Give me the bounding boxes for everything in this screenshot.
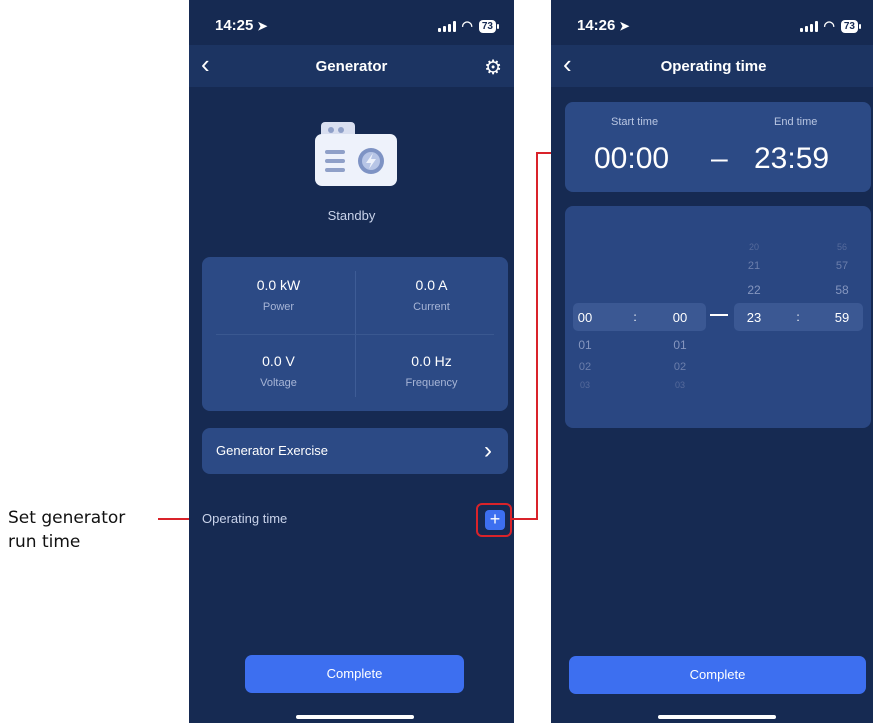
- picker-dash: [710, 314, 728, 316]
- start-minute-wheel[interactable]: 00: [665, 310, 695, 325]
- status-bar: 14:26 ➤ ◠ 73: [551, 0, 873, 45]
- picker-option[interactable]: 56: [827, 242, 857, 252]
- generator-exercise-row[interactable]: Generator Exercise ›: [202, 428, 508, 474]
- metric-label: Power: [262, 301, 295, 313]
- highlight-box: [476, 503, 512, 537]
- picker-option[interactable]: 01: [570, 338, 600, 352]
- annotation-line-2: run time: [8, 532, 81, 552]
- signal-icon: [437, 20, 456, 32]
- picker-option[interactable]: 22: [739, 283, 769, 297]
- metric-value: 0.0 Hz: [411, 353, 452, 369]
- picker-option[interactable]: 03: [570, 380, 600, 390]
- status-time: 14:26: [577, 17, 616, 34]
- generator-device-icon: [315, 122, 397, 186]
- picker-option[interactable]: 02: [570, 361, 600, 373]
- metric-label: Frequency: [405, 377, 458, 389]
- gear-icon[interactable]: ⚙: [484, 55, 502, 80]
- picker-option[interactable]: 57: [827, 260, 857, 272]
- home-indicator: [296, 715, 414, 719]
- end-time-value[interactable]: 23:59: [754, 142, 829, 176]
- battery-icon: 73: [840, 19, 862, 33]
- page-title: Operating time: [660, 58, 767, 75]
- chevron-right-icon: ›: [484, 437, 492, 464]
- metrics-card: 0.0 kW Power 0.0 A Current 0.0 V Voltage…: [202, 257, 508, 411]
- nav-bar: ‹ Generator ⚙: [189, 45, 514, 87]
- picker-option[interactable]: 20: [739, 242, 769, 252]
- start-time-value[interactable]: 00:00: [594, 142, 669, 176]
- connector-line: [536, 152, 538, 520]
- metric-voltage: 0.0 V Voltage: [202, 353, 355, 389]
- metric-label: Voltage: [260, 377, 297, 389]
- page-title: Generator: [315, 58, 388, 75]
- annotation-line-1: Set generator: [8, 508, 126, 528]
- picker-option[interactable]: 03: [665, 380, 695, 390]
- generator-exercise-label: Generator Exercise: [216, 443, 328, 458]
- status-bar: 14:25 ➤ ◠ 73: [189, 0, 514, 45]
- picker-option[interactable]: 58: [827, 283, 857, 297]
- operating-time-screen: 14:26 ➤ ◠ 73 ‹ Operating time Start time …: [551, 0, 873, 723]
- wifi-icon: ◠: [823, 18, 835, 33]
- metric-label: Current: [413, 301, 450, 313]
- picker-option[interactable]: 21: [739, 260, 769, 272]
- annotation-leader-line: [158, 518, 190, 520]
- metric-power: 0.0 kW Power: [202, 277, 355, 313]
- location-arrow-icon: ➤: [257, 19, 268, 33]
- picker-colon: :: [633, 310, 637, 324]
- metric-current: 0.0 A Current: [355, 277, 508, 313]
- wifi-icon: ◠: [461, 18, 473, 33]
- operating-time-label: Operating time: [202, 511, 288, 526]
- metrics-divider-horizontal: [216, 334, 494, 335]
- picker-option[interactable]: 01: [665, 338, 695, 352]
- complete-button[interactable]: Complete: [569, 656, 866, 694]
- start-hour-wheel[interactable]: 00: [570, 310, 600, 325]
- device-status-text: Standby: [327, 208, 376, 223]
- status-time: 14:25: [215, 17, 254, 34]
- complete-button[interactable]: Complete: [245, 655, 464, 693]
- home-indicator: [658, 715, 776, 719]
- metric-value: 0.0 A: [415, 277, 448, 293]
- metric-frequency: 0.0 Hz Frequency: [355, 353, 508, 389]
- generator-screen: 14:25 ➤ ◠ 73 ‹ Generator ⚙ Standby 0.0 kW…: [189, 0, 514, 723]
- end-minute-wheel[interactable]: 59: [827, 310, 857, 325]
- metric-value: 0.0 kW: [256, 277, 301, 293]
- nav-bar: ‹ Operating time: [551, 45, 873, 87]
- end-hour-wheel[interactable]: 23: [739, 310, 769, 325]
- metric-value: 0.0 V: [262, 353, 295, 369]
- picker-option[interactable]: 02: [665, 361, 695, 373]
- end-time-label: End time: [774, 116, 818, 128]
- start-time-label: Start time: [611, 116, 659, 128]
- time-separator: –: [711, 142, 728, 175]
- battery-icon: 73: [478, 19, 500, 33]
- signal-icon: [799, 20, 818, 32]
- location-arrow-icon: ➤: [619, 19, 630, 33]
- time-picker[interactable]: 00 : 00 23 : 59 01 02 03 01 02 03 20 21 …: [565, 206, 871, 428]
- connector-line: [512, 518, 538, 520]
- annotation-text: Set generator run time: [8, 506, 125, 554]
- picker-colon: :: [796, 310, 800, 324]
- time-range-card: Start time End time 00:00 – 23:59: [565, 102, 871, 192]
